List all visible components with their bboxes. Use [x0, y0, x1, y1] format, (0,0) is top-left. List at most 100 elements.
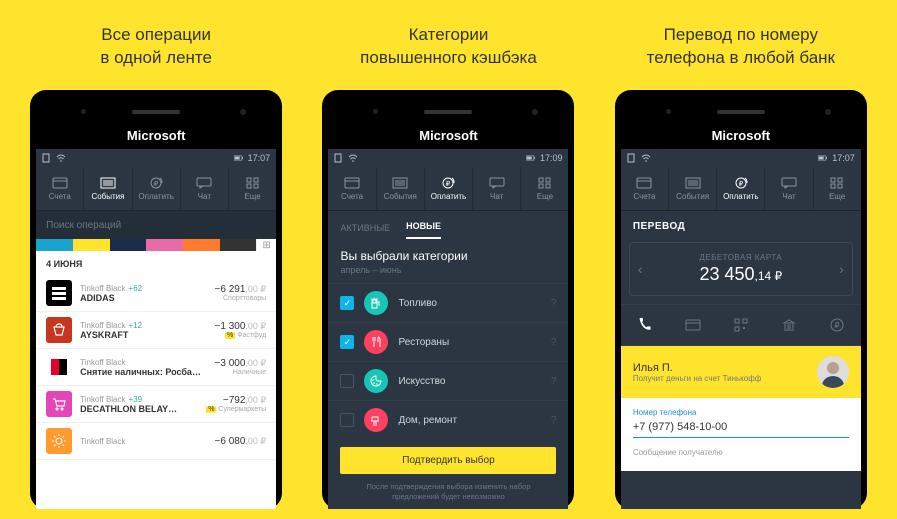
tab-pay[interactable]: ₽Оплатить — [425, 167, 473, 210]
help-icon[interactable]: ? — [551, 337, 557, 348]
tab-accounts[interactable]: Счета — [621, 167, 669, 210]
clock: 17:07 — [248, 153, 271, 163]
transfer-header: ПЕРЕВОД — [621, 211, 861, 238]
checkbox[interactable] — [340, 413, 354, 427]
merchant-icon — [46, 428, 72, 454]
category-icon — [364, 369, 388, 393]
clock: 17:07 — [832, 153, 855, 163]
status-bar: 17:07 — [621, 149, 861, 167]
transaction-row[interactable]: Tinkoff BlackСнятие наличных: Росба… −3 … — [36, 349, 276, 386]
avatar — [817, 356, 849, 388]
tab-pay[interactable]: ₽Оплатить — [717, 167, 765, 210]
tab-more[interactable]: Еще — [229, 167, 276, 210]
recipient-block[interactable]: Илья П. Получит деньги на счет Тинькофф — [621, 346, 861, 398]
tab-events[interactable]: События — [84, 167, 132, 210]
chat-icon — [781, 177, 797, 189]
heading-2: Категорииповышенного кэшбэка — [360, 24, 537, 70]
grid-icon — [538, 177, 552, 189]
transaction-row[interactable]: Tinkoff Black −6 080,00 ₽ — [36, 423, 276, 460]
phone-field-label: Номер телефона — [633, 408, 849, 417]
help-icon[interactable]: ? — [551, 376, 557, 387]
status-bar: 17:07 — [36, 149, 276, 167]
method-phone[interactable] — [621, 311, 669, 339]
phone-icon — [637, 317, 653, 333]
recipient-subtitle: Получит деньги на счет Тинькофф — [633, 374, 817, 383]
transaction-row[interactable]: Tinkoff Black+39DECATHLON BELAY… −792,00… — [36, 386, 276, 423]
chevron-right-icon[interactable]: › — [839, 261, 844, 277]
method-ruble[interactable]: ₽ — [813, 311, 861, 339]
tab-events[interactable]: События — [669, 167, 717, 210]
tab-pay[interactable]: ₽Оплатить — [133, 167, 181, 210]
card-type-label: ДЕБЕТОВАЯ КАРТА — [642, 253, 839, 262]
heading-1: Все операциив одной ленте — [100, 24, 212, 70]
ruble-circle-icon: ₽ — [830, 318, 844, 332]
phone-frame-1: Microsoft 17:07 Счета События ₽Оплатить … — [30, 90, 282, 509]
tab-active-cats[interactable]: АКТИВНЫЕ — [340, 223, 390, 239]
confirm-button[interactable]: Подтвердить выбор — [340, 447, 556, 474]
tab-accounts[interactable]: Счета — [328, 167, 376, 210]
category-name: Рестораны — [398, 337, 550, 348]
search-input[interactable]: Поиск операций — [36, 211, 276, 239]
add-button[interactable]: ⊞ — [256, 239, 276, 251]
chat-icon — [196, 177, 212, 189]
card-icon — [636, 177, 652, 189]
svg-text:₽: ₽ — [446, 180, 451, 188]
tab-events[interactable]: События — [377, 167, 425, 210]
checkbox[interactable] — [340, 374, 354, 388]
category-row[interactable]: Топливо ? — [328, 283, 568, 322]
tab-accounts[interactable]: Счета — [36, 167, 84, 210]
battery-icon — [234, 153, 244, 163]
checkbox[interactable] — [340, 296, 354, 310]
tab-new-cats[interactable]: НОВЫЕ — [406, 221, 441, 239]
toolbar: Счета События ₽Оплатить Чат Еще — [621, 167, 861, 211]
method-bank[interactable] — [765, 311, 813, 339]
list-icon — [685, 177, 701, 189]
clock: 17:09 — [540, 153, 563, 163]
tab-chat[interactable]: Чат — [181, 167, 229, 210]
heading-3: Перевод по номерутелефона в любой банк — [647, 24, 835, 70]
category-row[interactable]: Дом, ремонт ? — [328, 400, 568, 439]
category-color-bar[interactable] — [36, 239, 256, 251]
card-balance: 23 450,14 ₽ — [642, 264, 839, 285]
tab-chat[interactable]: Чат — [473, 167, 521, 210]
phone-field[interactable]: +7 (977) 548-10-00 — [633, 421, 849, 438]
selection-title: Вы выбрали категории — [328, 239, 568, 265]
merchant-icon — [46, 317, 72, 343]
message-field-label: Сообщение получателю — [633, 448, 849, 457]
merchant-icon — [46, 354, 72, 380]
help-icon[interactable]: ? — [551, 415, 557, 426]
method-card[interactable] — [669, 311, 717, 339]
list-icon — [100, 177, 116, 189]
chat-icon — [489, 177, 505, 189]
svg-text:₽: ₽ — [154, 180, 159, 188]
battery-icon — [818, 153, 828, 163]
category-row[interactable]: Искусство ? — [328, 361, 568, 400]
transaction-row[interactable]: Tinkoff Black+62ADIDAS −6 291,00 ₽Спортт… — [36, 275, 276, 312]
svg-text:₽: ₽ — [834, 321, 839, 330]
date-header: 4 ИЮНЯ — [36, 251, 276, 275]
wifi-icon — [56, 153, 66, 163]
confirm-note: После подтверждения выбора изменить набо… — [328, 482, 568, 502]
qr-icon — [734, 318, 748, 332]
toolbar: Счета События ₽Оплатить Чат Еще — [36, 167, 276, 211]
wifi-icon — [348, 153, 358, 163]
source-card-selector[interactable]: ‹ ДЕБЕТОВАЯ КАРТА 23 450,14 ₽ › — [629, 242, 853, 296]
transfer-method-tabs: ₽ — [621, 304, 861, 346]
transaction-row[interactable]: Tinkoff Black+12AYSKRAFT −1 300,00 ₽% Фа… — [36, 312, 276, 349]
method-qr[interactable] — [717, 311, 765, 339]
category-row[interactable]: Рестораны ? — [328, 322, 568, 361]
category-icon — [364, 291, 388, 315]
sim-icon — [627, 153, 637, 163]
merchant-icon — [46, 391, 72, 417]
help-icon[interactable]: ? — [551, 298, 557, 309]
sim-icon — [334, 153, 344, 163]
brand-label: Microsoft — [328, 128, 568, 143]
category-name: Топливо — [398, 298, 550, 309]
checkbox[interactable] — [340, 335, 354, 349]
status-bar: 17:09 — [328, 149, 568, 167]
tab-more[interactable]: Еще — [521, 167, 568, 210]
brand-label: Microsoft — [36, 128, 276, 143]
tab-chat[interactable]: Чат — [765, 167, 813, 210]
tab-more[interactable]: Еще — [814, 167, 861, 210]
category-icon — [364, 330, 388, 354]
